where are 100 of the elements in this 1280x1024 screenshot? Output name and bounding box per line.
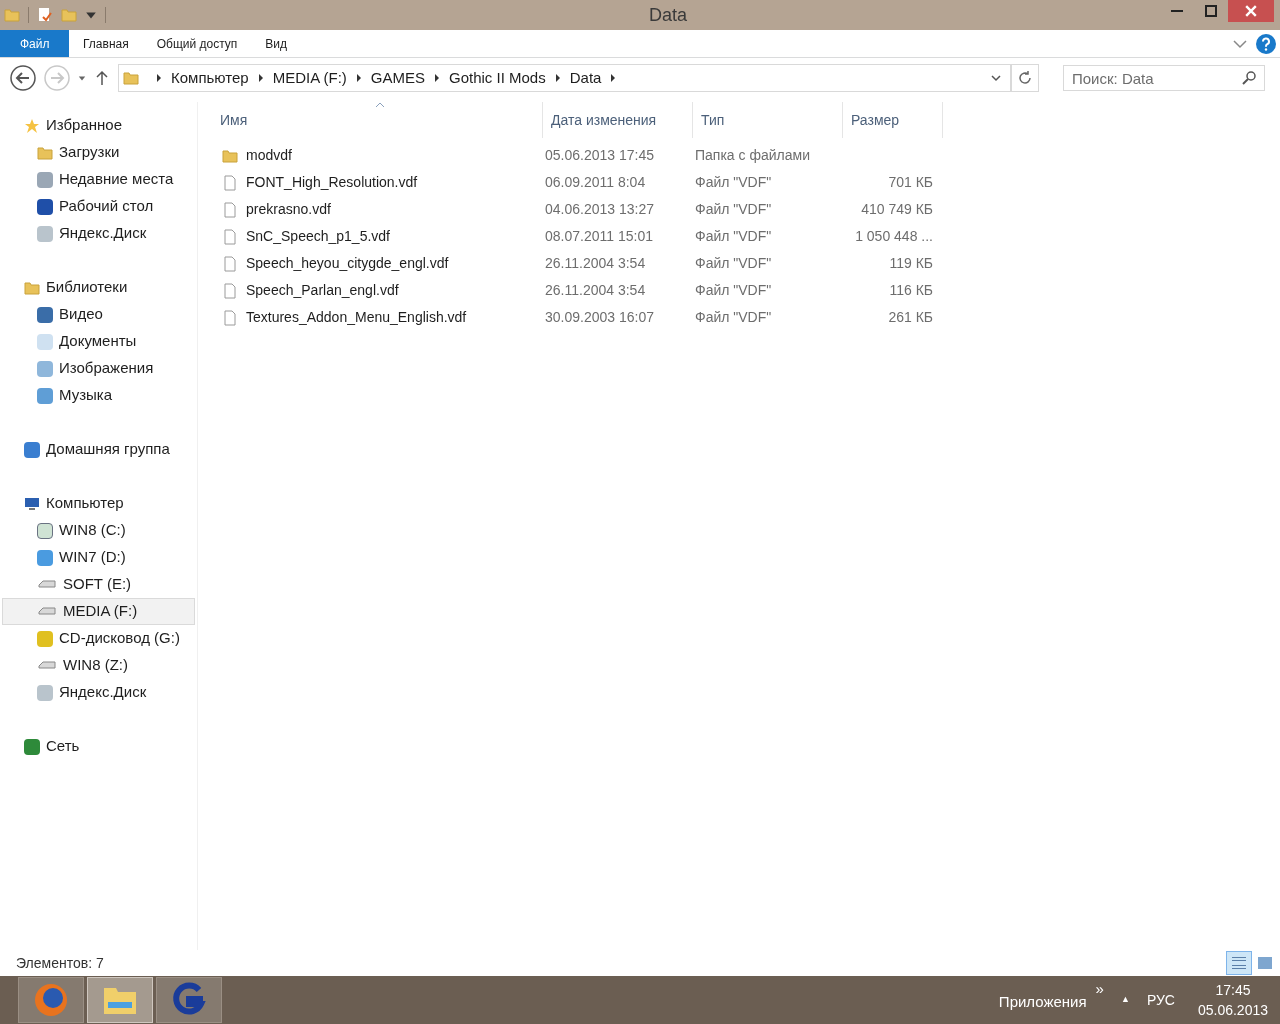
size-cell: 1 050 448 ... [855,228,933,244]
browser-logo-icon [33,982,69,1018]
sidebar-item[interactable]: Яндекс.Диск [2,220,195,247]
sidebar-group[interactable]: Компьютер [0,490,197,517]
taskbar-app-button[interactable] [156,977,222,1023]
refresh-icon [1017,70,1033,86]
help-icon[interactable] [1256,33,1276,54]
file-name: modvdf [246,146,292,165]
sort-ascending-icon [375,102,385,108]
size-cell: 116 КБ [889,282,933,298]
sidebar-item[interactable]: Загрузки [2,139,195,166]
breadcrumb-arrow-icon[interactable] [433,74,441,82]
file-name: FONT_High_Resolution.vdf [246,173,418,192]
close-button[interactable] [1228,0,1274,22]
date-cell-text: 04.06.2013 13:27 [544,200,655,219]
sidebar-item[interactable]: WIN8 (Z:) [2,652,195,679]
type-cell-text: Файл "VDF" [694,308,773,327]
column-header[interactable]: Дата изменения [543,102,693,138]
chevron-down-icon[interactable] [990,72,1002,84]
file-row[interactable]: FONT_High_Resolution.vdf 06.09.2011 8:04 Файл "VDF" 701 КБ [218,169,1280,196]
breadcrumb-item[interactable]: MEDIA (F:) [272,66,347,90]
back-icon[interactable] [10,65,36,91]
file-row[interactable]: modvdf 05.06.2013 17:45 Папка с файлами [218,142,1280,169]
file-row[interactable]: Speech_Parlan_engl.vdf 26.11.2004 3:54 Файл "VDF" 116 КБ [218,277,1280,304]
close-icon [1245,5,1257,17]
search-icon[interactable] [1241,70,1257,86]
file-row[interactable]: prekrasno.vdf 04.06.2013 13:27 Файл "VDF" 410 749 КБ [218,196,1280,223]
breadcrumb-arrow-icon[interactable] [354,74,363,82]
file-row[interactable]: SnC_Speech_p1_5.vdf 08.07.2011 15:01 Файл "VDF" 1 050 448 ... [218,223,1280,250]
caret-icon[interactable] [78,74,86,82]
sidebar-item[interactable]: Изображения [2,355,195,382]
column-header[interactable]: Размер [843,102,943,138]
date-cell-text: 08.07.2011 15:01 [544,227,654,246]
date-cell-text: 26.11.2004 3:54 [544,254,647,273]
date-cell-text: 06.09.2011 8:04 [544,173,647,192]
letter-g-logo-icon [171,982,207,1018]
sidebar-group[interactable]: Библиотеки [0,274,197,301]
file-icon [222,201,238,218]
file-icon [222,255,238,272]
size-cell: 701 КБ [888,174,933,190]
item-count: Элементов: 7 [16,953,104,973]
library-folder-icon [24,279,40,296]
breadcrumb-item[interactable]: Data [569,66,602,90]
breadcrumb-arrow-icon[interactable] [609,74,618,82]
file-row[interactable]: Speech_heyou_citygde_engl.vdf 26.11.2004 3:54 Файл "VDF" 119 КБ [218,250,1280,277]
details-view-button[interactable] [1226,951,1252,975]
file-name: Speech_Parlan_engl.vdf [246,281,399,300]
file-tab[interactable]: Файл [0,30,69,57]
refresh-button[interactable] [1011,64,1039,92]
ribbon-tab[interactable]: Вид [251,30,302,57]
file-row[interactable]: Textures_Addon_Menu_English.vdf 30.09.2003 16:07 Файл "VDF" 261 КБ [218,304,1280,331]
type-cell-text: Файл "VDF" [694,254,773,273]
sidebar-item[interactable]: Рабочий стол [2,193,195,220]
sidebar-group[interactable]: Домашняя группа [0,436,197,463]
ribbon-tab[interactable]: Главная [69,30,143,57]
tray-arrow[interactable]: ▲ [1120,993,1130,1007]
sidebar-item[interactable]: CD-дисковод (G:) [2,625,195,652]
sidebar-item[interactable]: WIN7 (D:) [2,544,195,571]
file-icon [222,282,238,299]
date-cell-text: 26.11.2004 3:54 [544,281,647,300]
file-name: SnC_Speech_p1_5.vdf [246,227,390,246]
file-name: prekrasno.vdf [246,200,331,219]
breadcrumb-item[interactable]: Gothic II Mods [449,66,546,90]
column-header[interactable]: Тип [693,102,843,138]
clock[interactable]: 17:45 05.06.2013 [1197,980,1268,1020]
address-field[interactable]: Компьютер MEDIA (F:) GAMES Gothic II Mods Data [118,64,1011,92]
ribbon-tab[interactable]: Общий доступ [142,30,252,57]
type-cell-text: Папка с файлами [694,146,811,165]
up-arrow-icon[interactable] [94,70,110,86]
type-cell-text: Файл "VDF" [694,173,773,192]
breadcrumb-arrow-icon[interactable] [256,74,265,82]
column-header[interactable]: Имя [218,102,543,138]
breadcrumb-arrow-icon[interactable] [155,74,163,82]
date-cell-text: 30.09.2003 16:07 [544,308,655,327]
sidebar-item[interactable]: WIN8 (C:) [2,517,195,544]
file-name: Speech_heyou_citygde_engl.vdf [246,254,449,273]
sidebar-group[interactable]: Сеть [0,733,197,760]
sidebar-item[interactable]: Недавние места [2,166,195,193]
sidebar-item[interactable]: Яндекс.Диск [2,679,195,706]
type-cell-text: Файл "VDF" [694,281,773,300]
file-icon [222,228,238,245]
chevron-label[interactable]: » [1095,978,1104,1001]
breadcrumb-arrow-icon[interactable] [553,74,562,82]
apps-toolbar-label[interactable]: Приложения [998,990,1087,1014]
file-icon [222,309,238,326]
language-indicator[interactable]: РУС [1146,989,1175,1011]
sidebar-item[interactable]: Видео [2,301,195,328]
sidebar-item[interactable]: Документы [2,328,195,355]
date-cell-text: 05.06.2013 17:45 [544,146,655,165]
type-cell-text: Файл "VDF" [694,227,773,246]
sidebar-item[interactable]: MEDIA (F:) [2,598,195,625]
sidebar-item[interactable]: Музыка [2,382,195,409]
search-field[interactable]: Поиск: Data [1063,65,1265,91]
type-cell-text: Файл "VDF" [694,200,773,219]
breadcrumb-item[interactable]: Компьютер [171,66,249,90]
breadcrumb-item[interactable]: GAMES [370,66,425,90]
sidebar-item[interactable]: SOFT (E:) [2,571,195,598]
sidebar-group[interactable]: Избранное [0,112,197,139]
computer-icon [24,495,40,512]
downloads-folder-icon [37,144,53,161]
